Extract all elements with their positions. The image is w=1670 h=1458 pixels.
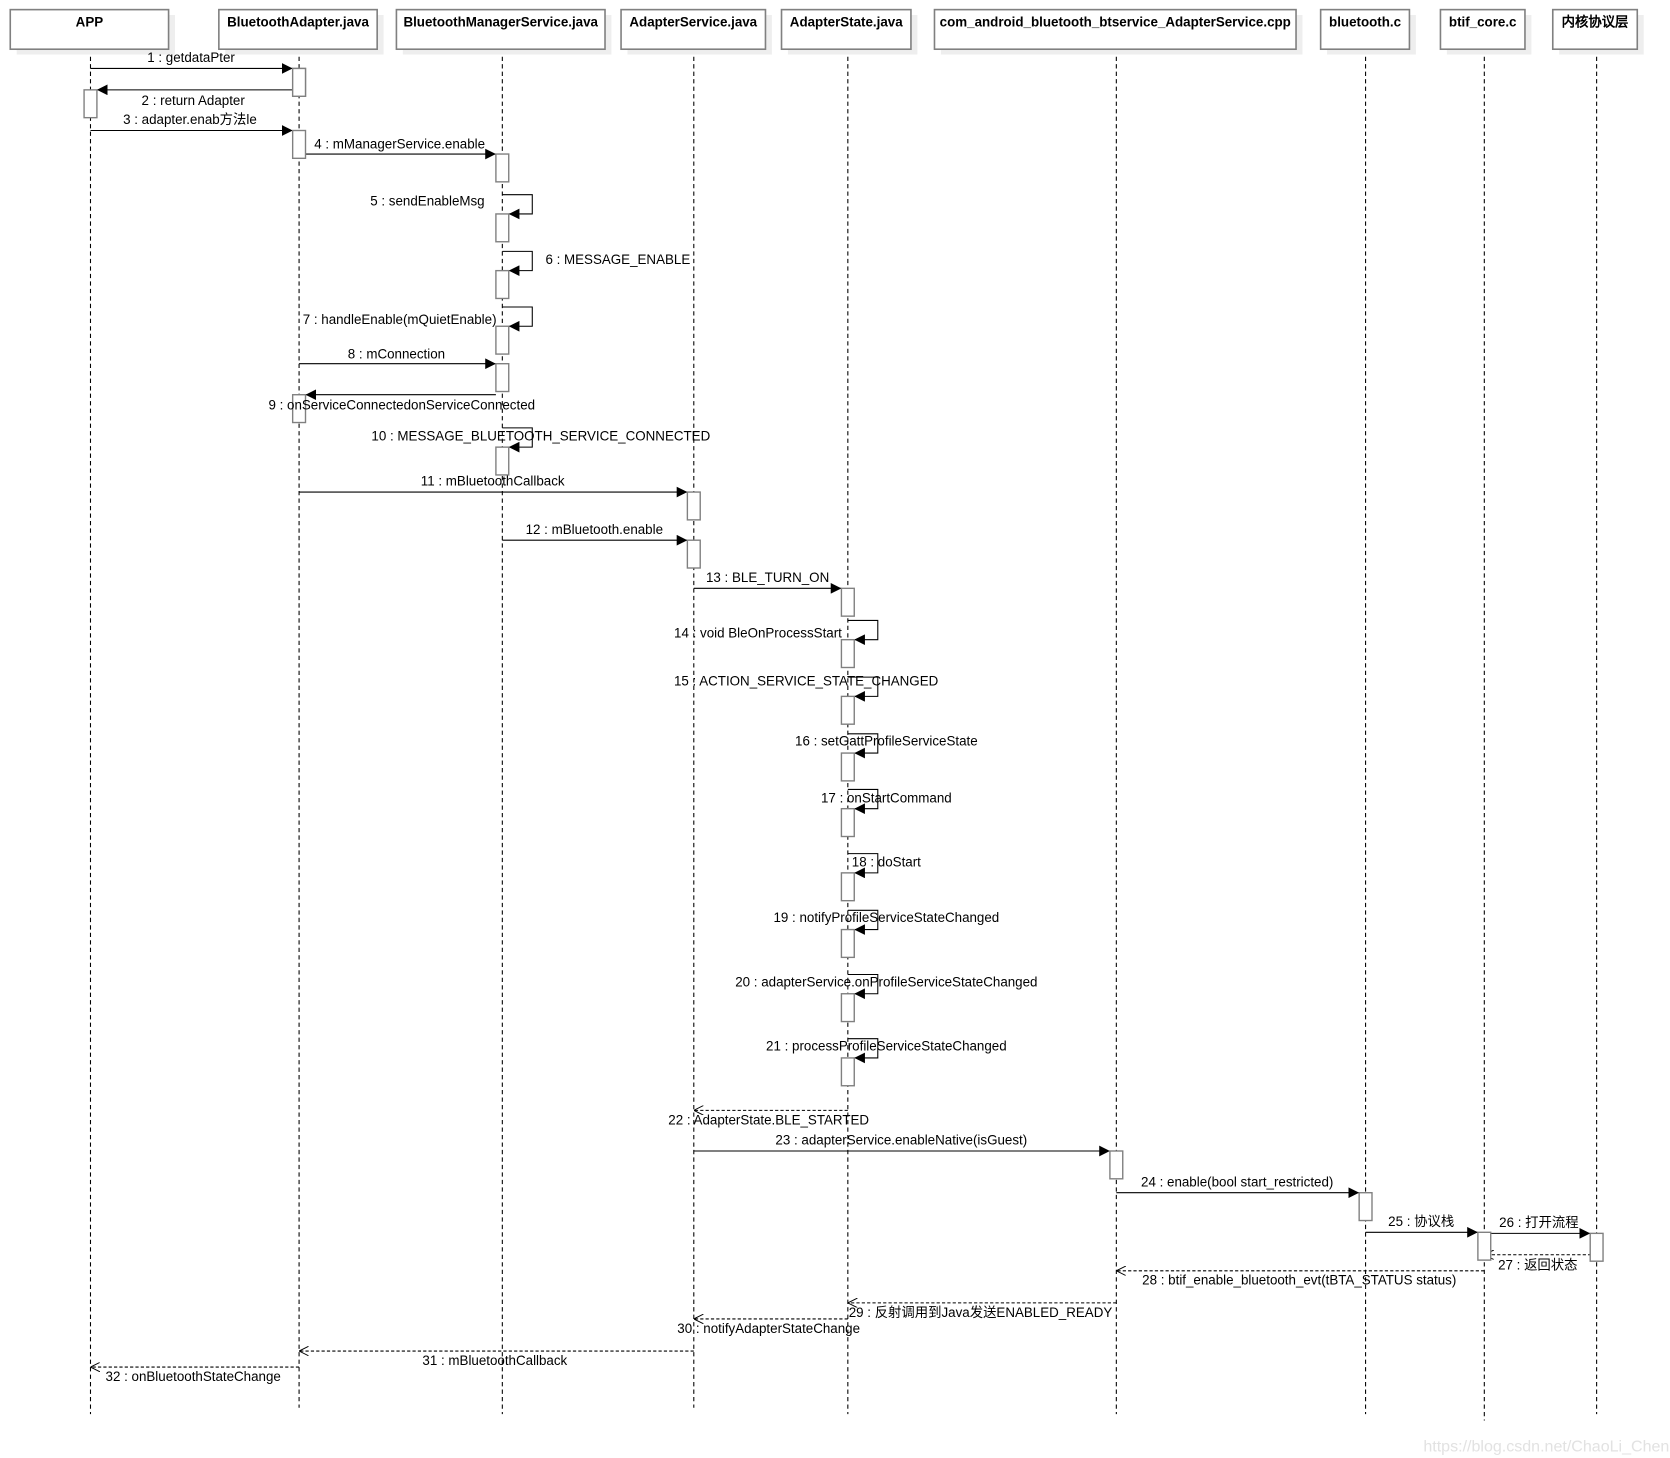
participant: AdapterState.java	[780, 8, 918, 55]
message-label: 24 : enable(bool start_restricted)	[1141, 1174, 1333, 1189]
message-label: 5 : sendEnableMsg	[370, 193, 484, 208]
message-label: 30 : notifyAdapterStateChange	[677, 1321, 860, 1336]
message-label: 21 : processProfileServiceStateChanged	[766, 1038, 1007, 1053]
activation-bar	[495, 153, 510, 183]
message-label: 32 : onBluetoothStateChange	[106, 1369, 281, 1384]
message-label: 7 : handleEnable(mQuietEnable)	[303, 312, 497, 327]
participant: AdapterService.java	[620, 8, 772, 55]
participant-name: AdapterState.java	[790, 15, 903, 30]
message-label: 26 : 打开流程	[1499, 1214, 1578, 1230]
activations	[83, 67, 1604, 1262]
activation-bar	[83, 89, 98, 119]
activation-bar	[1109, 1150, 1124, 1180]
participant: APP	[9, 8, 175, 55]
participant-name: com_android_bluetooth_btservice_AdapterS…	[940, 15, 1291, 30]
activation-bar	[495, 446, 510, 476]
activation-bar	[840, 872, 855, 902]
message-label: 25 : 协议栈	[1388, 1214, 1454, 1229]
participant-name: 内核协议层	[1562, 14, 1629, 30]
activation-bar	[686, 539, 701, 569]
message-label: 19 : notifyProfileServiceStateChanged	[773, 910, 999, 925]
message-label: 12 : mBluetooth.enable	[526, 522, 663, 537]
activation-bar	[840, 1057, 855, 1087]
message-label: 4 : mManagerService.enable	[314, 137, 485, 152]
participants: APP BluetoothAdapter.java BluetoothManager…	[9, 8, 1644, 55]
activation-bar	[495, 213, 510, 243]
message-label: 10 : MESSAGE_BLUETOOTH_SERVICE_CONNECTED	[371, 429, 710, 444]
message-label: 22 : AdapterState.BLE_STARTED	[668, 1112, 869, 1127]
activation-bar	[495, 325, 510, 355]
activation-bar	[495, 363, 510, 393]
self-message-arrow	[847, 619, 879, 646]
activation-bar	[840, 928, 855, 959]
message-label: 27 : 返回状态	[1498, 1258, 1577, 1273]
message-label: 1 : getdataPter	[147, 50, 235, 65]
participant-name: AdapterService.java	[629, 15, 757, 30]
message-label: 18 : doStart	[852, 854, 921, 869]
sequence-diagram: APP BluetoothAdapter.java BluetoothManager…	[9, 8, 1669, 1456]
message-5	[502, 194, 533, 220]
message-14	[847, 619, 879, 646]
message-label: 14 : void BleOnProcessStart	[674, 626, 842, 641]
activation-bar	[686, 491, 701, 521]
activation-bar	[1589, 1232, 1604, 1262]
self-message-arrow	[502, 194, 533, 220]
message-label: 11 : mBluetoothCallback	[421, 474, 565, 489]
message-label: 31 : mBluetoothCallback	[422, 1353, 567, 1368]
message-label: 2 : return Adapter	[142, 93, 246, 108]
message-label: 9 : onServiceConnectedonServiceConnected	[268, 398, 535, 413]
activation-bar	[291, 129, 307, 160]
self-message-arrow	[502, 250, 533, 276]
activation-bar	[1358, 1192, 1373, 1222]
participant: BluetoothAdapter.java	[218, 8, 384, 55]
participant: btif_core.c	[1439, 8, 1532, 55]
message-label: 15 : ACTION_SERVICE_STATE_CHANGED	[674, 674, 939, 689]
activation-bar	[291, 67, 307, 97]
participant: BluetoothManagerService.java	[395, 8, 612, 55]
activation-bar	[840, 638, 855, 669]
activation-bar	[840, 993, 855, 1023]
participant: bluetooth.c	[1319, 8, 1416, 55]
activation-bar	[495, 269, 510, 300]
activation-bar	[840, 587, 855, 617]
message-label: 20 : adapterService.onProfileServiceStat…	[735, 974, 1037, 989]
participant-name: bluetooth.c	[1329, 15, 1402, 30]
participant-name: btif_core.c	[1449, 15, 1517, 30]
activation-bar	[840, 752, 855, 782]
message-label: 28 : btif_enable_bluetooth_evt(tBTA_STAT…	[1142, 1273, 1456, 1288]
participant: com_android_bluetooth_btservice_AdapterS…	[933, 8, 1303, 55]
message-label: 13 : BLE_TURN_ON	[706, 570, 829, 585]
participant: 内核协议层	[1551, 8, 1644, 55]
message-label: 6 : MESSAGE_ENABLE	[545, 252, 690, 267]
activation-bar	[840, 695, 855, 725]
participant-name: APP	[76, 15, 104, 30]
self-message-arrow	[502, 306, 533, 332]
participant-name: BluetoothAdapter.java	[227, 15, 369, 30]
message-label: 16 : setGattProfileServiceState	[795, 734, 978, 749]
activation-bar	[840, 807, 855, 838]
message-7	[502, 306, 533, 332]
message-label: 23 : adapterService.enableNative(isGuest…	[775, 1133, 1027, 1148]
activation-bar	[1477, 1231, 1492, 1261]
participant-name: BluetoothManagerService.java	[403, 15, 598, 30]
message-label: 17 : onStartCommand	[821, 790, 952, 805]
watermark: https://blog.csdn.net/ChaoLi_Chen	[1423, 1438, 1669, 1456]
message-label: 3 : adapter.enab方法le	[123, 112, 257, 127]
message-6	[502, 250, 533, 276]
message-label: 29 : 反射调用到Java发送ENABLED_READY	[849, 1305, 1113, 1320]
message-label: 8 : mConnection	[348, 346, 445, 361]
